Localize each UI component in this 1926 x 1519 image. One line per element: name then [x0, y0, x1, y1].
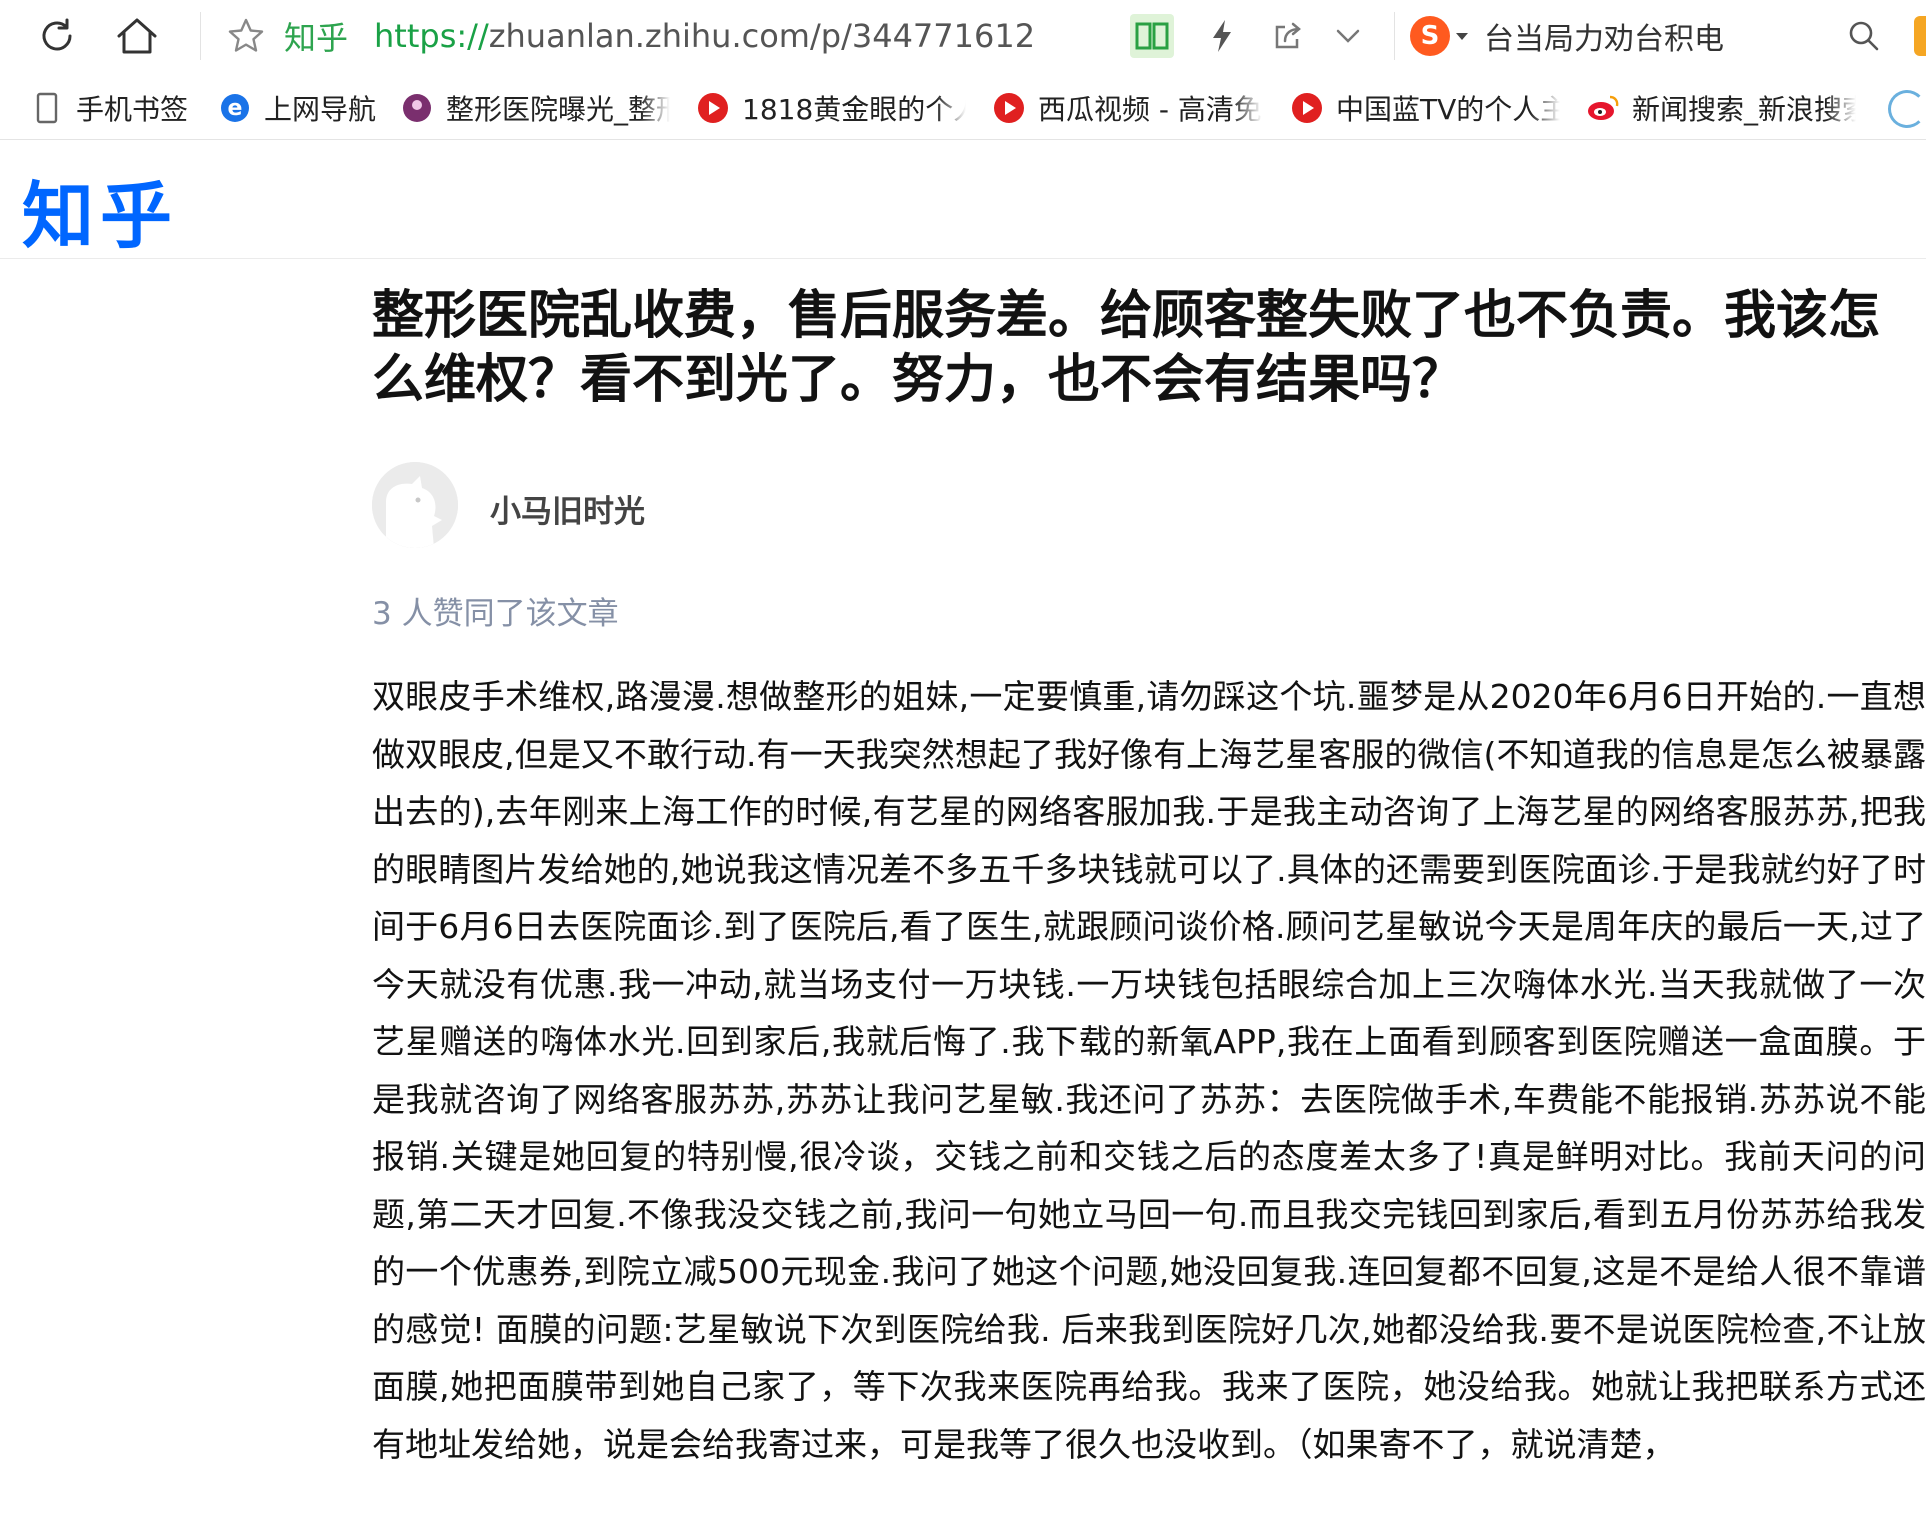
chevron-down-icon	[1336, 29, 1360, 43]
share-icon	[1275, 22, 1301, 49]
extension-icon[interactable]	[1914, 16, 1926, 56]
bookmark-item[interactable]: 手机书签	[30, 84, 200, 132]
phone-icon	[30, 91, 64, 125]
reader-mode-button[interactable]	[1130, 14, 1174, 58]
refresh-button[interactable]	[28, 8, 86, 64]
search-button[interactable]	[1842, 14, 1886, 58]
play-icon	[696, 91, 730, 125]
svg-text:e: e	[228, 96, 243, 121]
site-logo-icon	[400, 91, 434, 125]
share-button[interactable]	[1266, 14, 1310, 58]
bookmark-item[interactable]: e 上网导航	[218, 84, 378, 132]
bookmark-item[interactable]: 新闻搜索_新浪搜索	[1586, 84, 1856, 132]
address-field[interactable]: 知乎 https:// zhuanlan.zhihu.com/p/3447716…	[226, 10, 1035, 62]
home-button[interactable]	[108, 8, 166, 64]
article-title: 整形医院乱收费，售后服务差。给顾客整失败了也不负责。我该怎么维权？看不到光了。努…	[372, 286, 1881, 410]
site-header: 知乎	[0, 141, 1926, 259]
author-name[interactable]: 小马旧时光	[490, 486, 645, 531]
weibo-icon	[1586, 91, 1620, 125]
search-icon	[1849, 21, 1879, 51]
browser-toolbar: 知乎 https:// zhuanlan.zhihu.com/p/3447716…	[0, 0, 1926, 72]
play-icon	[1290, 91, 1324, 125]
vote-count: 3 人赞同了该文章	[372, 596, 619, 632]
engine-dropdown-icon[interactable]	[1456, 32, 1468, 40]
url-scheme: https://	[374, 17, 489, 55]
toolbar-divider	[200, 12, 201, 60]
sogou-search-icon[interactable]: S	[1410, 16, 1450, 56]
play-icon	[992, 91, 1026, 125]
more-bookmarks-icon[interactable]	[1888, 90, 1926, 128]
ie-icon: e	[218, 91, 252, 125]
book-icon	[1135, 22, 1169, 50]
more-dropdown-button[interactable]	[1326, 14, 1370, 58]
bookmark-star-icon[interactable]	[226, 16, 266, 56]
site-name: 知乎	[284, 19, 349, 57]
default-avatar-icon	[372, 462, 458, 548]
search-box[interactable]: S 台当局力劝台积电	[1410, 10, 1724, 62]
home-icon	[117, 18, 157, 54]
lightning-icon	[1213, 20, 1231, 52]
toolbar-divider	[1394, 12, 1395, 60]
article-body: 双眼皮手术维权,路漫漫.想做整形的姐妹,一定要慎重,请勿踩这个坑.噩梦是从202…	[372, 677, 1926, 1464]
bookmark-item[interactable]: 中国蓝TV的个人主	[1290, 84, 1560, 132]
bookmarks-bar: 手机书签 e 上网导航 整形医院曝光_整形 1818黄金眼的个人 西瓜视频 - …	[0, 76, 1926, 140]
url-text: zhuanlan.zhihu.com/p/344771612	[488, 17, 1036, 55]
author-avatar[interactable]	[372, 462, 458, 548]
zhihu-logo[interactable]: 知乎	[22, 157, 178, 262]
bookmark-item[interactable]: 西瓜视频 - 高清免	[992, 84, 1262, 132]
refresh-icon	[42, 18, 72, 51]
bookmark-item[interactable]: 1818黄金眼的个人	[696, 84, 966, 132]
bookmark-item[interactable]: 整形医院曝光_整形	[400, 84, 670, 132]
search-query[interactable]: 台当局力劝台积电	[1484, 14, 1724, 58]
speed-mode-button[interactable]	[1200, 14, 1244, 58]
